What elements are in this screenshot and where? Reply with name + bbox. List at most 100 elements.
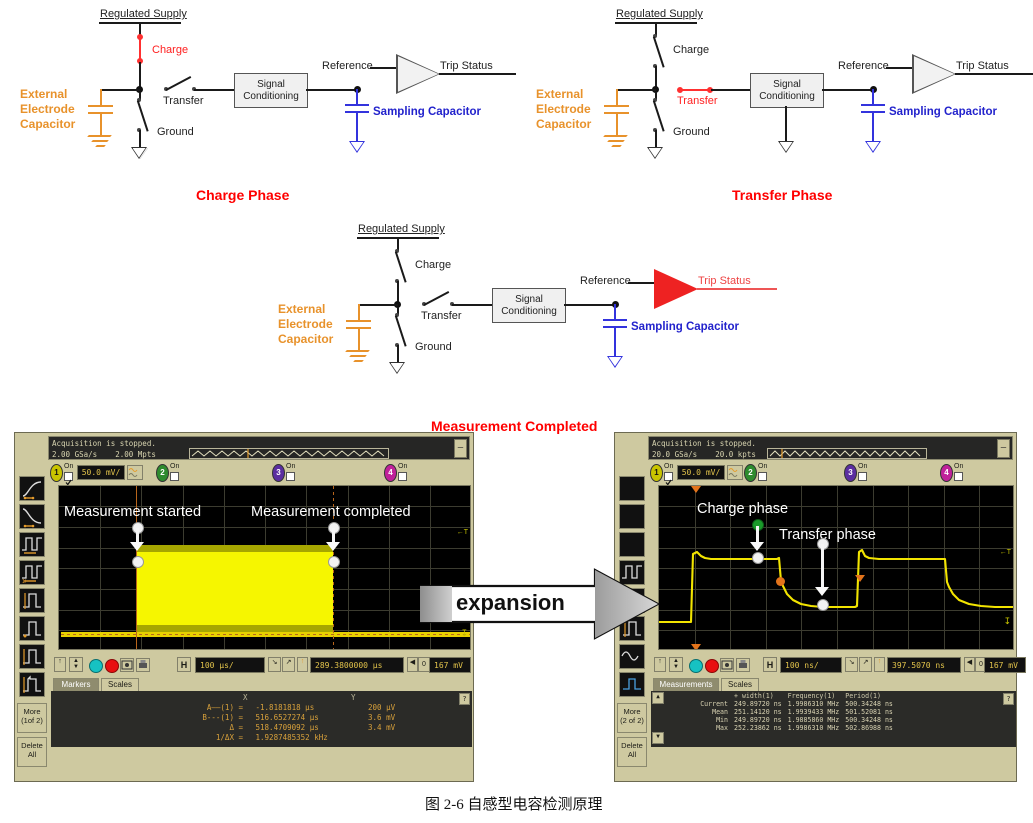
measure-period-icon[interactable] [19, 532, 45, 557]
measure-duty-icon[interactable] [19, 644, 45, 669]
measure-plus-width-icon[interactable] [19, 588, 45, 613]
timebase-decrease-button[interactable]: ↘ [845, 657, 858, 672]
scroll-up-button[interactable]: ▲ [652, 692, 664, 704]
tab-scales[interactable]: Scales [101, 678, 139, 691]
marker-up-button[interactable]: ↑ [654, 657, 666, 672]
acquisition-sparkline[interactable] [767, 448, 927, 459]
channel-4-badge[interactable]: 4 [940, 464, 953, 482]
measure-overshoot-icon[interactable] [19, 672, 45, 697]
run-indicator[interactable] [89, 659, 103, 673]
delay-field[interactable]: 397.5070 ns [887, 657, 961, 673]
trigger-level-marker: ←T [999, 549, 1011, 556]
marker-transfer-bottom[interactable] [817, 599, 829, 611]
help-button[interactable]: ? [459, 693, 470, 705]
measure-rise-icon[interactable] [619, 476, 645, 501]
marker-row: Δ = 518.4709092 µs 3.4 mV [151, 723, 395, 732]
channel-2-badge[interactable]: 2 [744, 464, 757, 482]
more-button[interactable]: More (2 of 2) [617, 703, 647, 733]
channel-1-scale-field[interactable]: 50.0 mV/ [77, 465, 125, 480]
channel-3-checkbox[interactable] [286, 472, 295, 481]
cell-frequency: 1.9885860 MHz [787, 716, 840, 724]
timebase-field[interactable]: 100 ns/ [780, 657, 842, 673]
marker-up-button[interactable]: ↑ [54, 657, 66, 672]
channel-2-checkbox[interactable] [758, 472, 767, 481]
channel-3-checkbox[interactable] [858, 472, 867, 481]
horizontal-icon[interactable]: H [763, 657, 777, 672]
minimize-button[interactable]: – [454, 439, 467, 458]
channel-3-on-label: On [286, 463, 296, 470]
measure-fall-icon[interactable] [619, 504, 645, 529]
delay-reset-icon[interactable]: ↑ [297, 657, 308, 672]
measure-sine-icon[interactable] [619, 644, 645, 669]
scroll-down-button[interactable]: ▼ [652, 732, 664, 744]
channel-2-checkbox[interactable] [170, 472, 179, 481]
acquisition-sparkline[interactable] [189, 448, 389, 459]
channel-1-on-label: On [664, 463, 674, 470]
channel-row: 1 On 50.0 mV/ 2 On 3 On 4 On [48, 463, 470, 486]
marker-spinner[interactable]: ▲ ▼ [69, 657, 83, 672]
channel-1-scale-field[interactable]: 50.0 mV/ [677, 465, 725, 480]
stop-indicator[interactable] [705, 659, 719, 673]
diagram-title: Charge Phase [196, 187, 290, 203]
minimize-button[interactable]: – [997, 439, 1010, 458]
channel-1-coupling-button[interactable] [127, 465, 143, 480]
reference-label: Reference [580, 275, 631, 287]
save-image-button[interactable] [120, 658, 134, 672]
measure-frequency-icon[interactable]: 1/ [19, 560, 45, 585]
channel-2-badge[interactable]: 2 [156, 464, 169, 482]
marker-spinner[interactable]: ▲ ▼ [669, 657, 683, 672]
marker-charge-arrow [749, 542, 764, 551]
marker-started-bottom[interactable] [132, 556, 144, 568]
print-button[interactable] [736, 658, 750, 672]
sample-rate-text: 2.00 GSa/s [52, 450, 98, 459]
save-image-button[interactable] [720, 658, 734, 672]
channel-4-checkbox[interactable] [398, 472, 407, 481]
print-button[interactable] [136, 658, 150, 672]
measure-pulse-icon[interactable] [619, 672, 645, 697]
channel-1-badge[interactable]: 1 [50, 464, 63, 482]
channel-3-badge[interactable]: 3 [272, 464, 285, 482]
diagram-transfer-phase: Regulated Supply Charge External Electro… [516, 0, 1033, 215]
tab-scales[interactable]: Scales [721, 678, 759, 691]
more-button[interactable]: More (1of 2) [17, 703, 47, 733]
ground-switch [395, 315, 407, 347]
measure-minus-width-icon[interactable] [19, 616, 45, 641]
tab-measurements[interactable]: Measurements [653, 678, 719, 691]
help-button[interactable]: ? [1003, 693, 1014, 705]
channel-1-badge[interactable]: 1 [650, 464, 663, 482]
trigger-level-value[interactable]: 167 mV [984, 657, 1026, 673]
channel-1-coupling-button[interactable] [727, 465, 743, 480]
delay-reset-icon[interactable]: ↑ [874, 657, 885, 672]
stop-indicator[interactable] [105, 659, 119, 673]
marker-completed-bottom[interactable] [328, 556, 340, 568]
panel-tabs: Measurements Scales [651, 678, 1016, 692]
marker-row-label: 1/ΔX = [215, 733, 243, 742]
run-indicator[interactable] [689, 659, 703, 673]
channel-4-checkbox[interactable] [954, 472, 963, 481]
delay-prev-button[interactable]: ◀ [407, 657, 418, 672]
measure-period-icon[interactable] [619, 532, 645, 557]
tab-markers[interactable]: Markers [53, 678, 99, 691]
channel-4-badge[interactable]: 4 [384, 464, 397, 482]
waveform-display[interactable]: ←T ↧ Charge phase Transfer phase [658, 485, 1014, 650]
channel-1-checkbox[interactable] [664, 472, 673, 486]
delete-all-button[interactable]: Delete All [617, 737, 647, 767]
delay-prev-button[interactable]: ◀ [964, 657, 975, 672]
marker-charge-bottom[interactable] [752, 552, 764, 564]
horizontal-icon[interactable]: H [177, 657, 191, 672]
timebase-field[interactable]: 100 µs/ [195, 657, 265, 673]
trigger-level-value[interactable]: 167 mV [429, 657, 471, 673]
trigger-marker-2 [855, 575, 865, 582]
channel-3-badge[interactable]: 3 [844, 464, 857, 482]
measure-rise-icon[interactable] [19, 476, 45, 501]
timebase-increase-button[interactable]: ↗ [859, 657, 872, 672]
transfer-label: Transfer [677, 95, 718, 107]
delay-field[interactable]: 289.3800000 µs [310, 657, 404, 673]
timebase-increase-button[interactable]: ↗ [282, 657, 295, 672]
delete-all-button[interactable]: Delete All [17, 737, 47, 767]
timebase-decrease-button[interactable]: ↘ [268, 657, 281, 672]
waveform-display[interactable]: ←T ↧ Measurement started Measurement com… [58, 485, 471, 650]
channel-1-checkbox[interactable] [64, 472, 73, 486]
transfer-label: Transfer [421, 310, 462, 322]
measure-fall-icon[interactable] [19, 504, 45, 529]
